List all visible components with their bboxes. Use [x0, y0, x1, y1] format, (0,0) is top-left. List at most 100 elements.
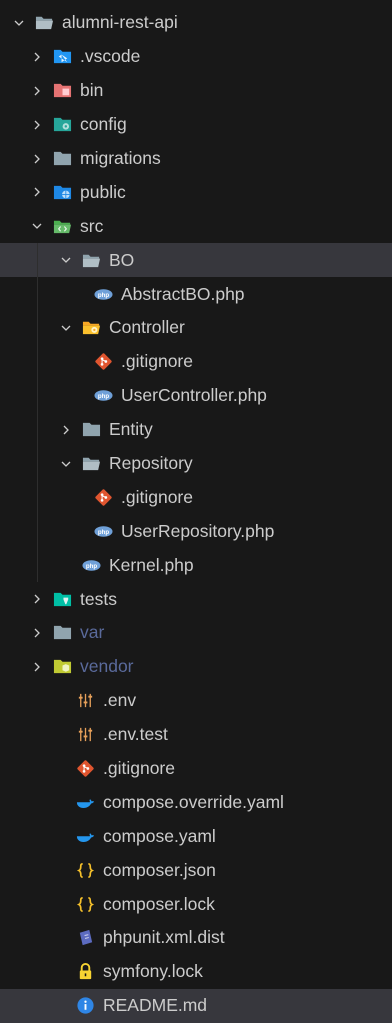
chevron-right-icon[interactable] — [30, 84, 44, 98]
git-file-icon — [94, 488, 113, 507]
chevron-down-icon[interactable] — [12, 16, 26, 30]
tree-item-bin[interactable]: bin — [0, 74, 392, 108]
svg-text:php: php — [98, 529, 110, 536]
indent-guide — [37, 277, 38, 312]
tree-item-readme-md[interactable]: README.md — [0, 988, 392, 1023]
env-file-icon — [76, 725, 95, 744]
tree-item-env[interactable]: .env — [0, 684, 392, 718]
tree-item-gitignore[interactable]: .gitignore — [0, 752, 392, 786]
chevron-right-icon[interactable] — [30, 50, 44, 64]
tree-item-label: Entity — [109, 419, 153, 440]
chevron-right-icon[interactable] — [30, 660, 44, 674]
chevron-right-icon[interactable] — [30, 118, 44, 132]
tree-item-label: AbstractBO.php — [121, 283, 245, 304]
tree-item-label: var — [80, 622, 105, 643]
tree-item-var[interactable]: var — [0, 616, 392, 650]
tree-item-gitignore[interactable]: .gitignore — [0, 480, 392, 515]
php-file-icon: php — [94, 386, 113, 405]
tree-item-label: alumni-rest-api — [62, 12, 178, 33]
tree-item-label: composer.lock — [103, 893, 215, 914]
indent-guide — [37, 243, 38, 278]
tree-item-gitignore[interactable]: .gitignore — [0, 344, 392, 379]
folder-src-open-icon — [53, 217, 72, 236]
tree-item-migrations[interactable]: migrations — [0, 142, 392, 176]
tree-item-label: .vscode — [80, 46, 141, 67]
folder-config-icon — [53, 115, 72, 134]
tree-item-vendor[interactable]: vendor — [0, 650, 392, 684]
tree-item-label: compose.yaml — [103, 825, 216, 846]
svg-text:php: php — [98, 393, 110, 400]
tree-item-bo[interactable]: BO — [0, 243, 392, 278]
svg-text:php: php — [98, 291, 110, 298]
tree-item-label: bin — [80, 80, 104, 101]
json-braces-icon — [76, 861, 95, 880]
git-file-icon — [94, 352, 113, 371]
folder-controller-open-icon — [82, 318, 101, 337]
tree-item-label: README.md — [103, 995, 208, 1016]
tree-item-config[interactable]: config — [0, 108, 392, 142]
file-explorer-tree: alumni-rest-api .vscode bin config migra… — [0, 6, 392, 1023]
folder-vscode-icon — [53, 47, 72, 66]
indent-guide — [37, 311, 38, 345]
tree-item-env-test[interactable]: .env.test — [0, 718, 392, 752]
chevron-down-icon[interactable] — [59, 457, 73, 471]
tree-item-label: Repository — [109, 453, 193, 474]
tree-item-label: composer.json — [103, 859, 216, 880]
chevron-right-icon[interactable] — [30, 626, 44, 640]
tree-item-label: .gitignore — [121, 486, 193, 507]
tree-item-usercontroller-php[interactable]: php UserController.php — [0, 378, 392, 413]
tree-item-label: compose.override.yaml — [103, 791, 284, 812]
json-braces-icon — [76, 895, 95, 914]
tree-item-symfony-lock[interactable]: symfony.lock — [0, 955, 392, 989]
indent-guide — [37, 412, 38, 447]
tree-item-userrepository-php[interactable]: php UserRepository.php — [0, 514, 392, 549]
phpunit-icon — [76, 928, 95, 947]
info-icon — [76, 996, 95, 1015]
folder-bin-icon — [53, 81, 72, 100]
chevron-right-icon[interactable] — [30, 152, 44, 166]
tree-item-label: config — [80, 114, 127, 135]
folder-icon — [82, 420, 101, 439]
tree-item-label: BO — [109, 249, 135, 270]
tree-item-kernel-php[interactable]: php Kernel.php — [0, 548, 392, 583]
lock-icon — [76, 962, 95, 981]
chevron-down-icon[interactable] — [59, 321, 73, 335]
tree-item-repository[interactable]: Repository — [0, 446, 392, 481]
chevron-right-icon[interactable] — [59, 423, 73, 437]
tree-item-public[interactable]: public — [0, 175, 392, 209]
folder-icon — [53, 149, 72, 168]
tree-item-src[interactable]: src — [0, 209, 392, 243]
chevron-down-icon[interactable] — [59, 253, 73, 267]
tree-item-composer-json[interactable]: composer.json — [0, 853, 392, 887]
tree-item-abstractbo-php[interactable]: php AbstractBO.php — [0, 277, 392, 312]
tree-item-controller[interactable]: Controller — [0, 311, 392, 345]
indent-guide — [37, 378, 38, 413]
indent-guide — [37, 480, 38, 515]
chevron-right-icon[interactable] — [30, 185, 44, 199]
tree-item-compose-yaml[interactable]: compose.yaml — [0, 819, 392, 853]
tree-item-label: Controller — [109, 317, 185, 338]
indent-guide — [37, 344, 38, 379]
chevron-right-icon[interactable] — [30, 592, 44, 606]
tree-item-alumni-rest-api[interactable]: alumni-rest-api — [0, 6, 392, 40]
chevron-down-icon[interactable] — [30, 219, 44, 233]
tree-item-label: public — [80, 181, 126, 202]
tree-item-compose-override-yaml[interactable]: compose.override.yaml — [0, 785, 392, 819]
php-file-icon: php — [94, 285, 113, 304]
tree-item-composer-lock[interactable]: composer.lock — [0, 887, 392, 921]
tree-item-entity[interactable]: Entity — [0, 412, 392, 447]
tree-item-label: .gitignore — [121, 351, 193, 372]
tree-item-tests[interactable]: tests — [0, 582, 392, 616]
folder-open-icon — [35, 13, 54, 32]
folder-open-icon — [82, 454, 101, 473]
tree-item-label: UserController.php — [121, 385, 267, 406]
docker-icon — [76, 793, 95, 812]
svg-text:php: php — [86, 563, 98, 570]
git-file-icon — [76, 759, 95, 778]
folder-vendor-icon — [53, 657, 72, 676]
tree-item-phpunit-xml-dist[interactable]: phpunit.xml.dist — [0, 921, 392, 955]
php-file-icon: php — [94, 522, 113, 541]
tree-item-vscode[interactable]: .vscode — [0, 40, 392, 74]
tree-item-label: symfony.lock — [103, 961, 203, 982]
folder-public-icon — [53, 183, 72, 202]
